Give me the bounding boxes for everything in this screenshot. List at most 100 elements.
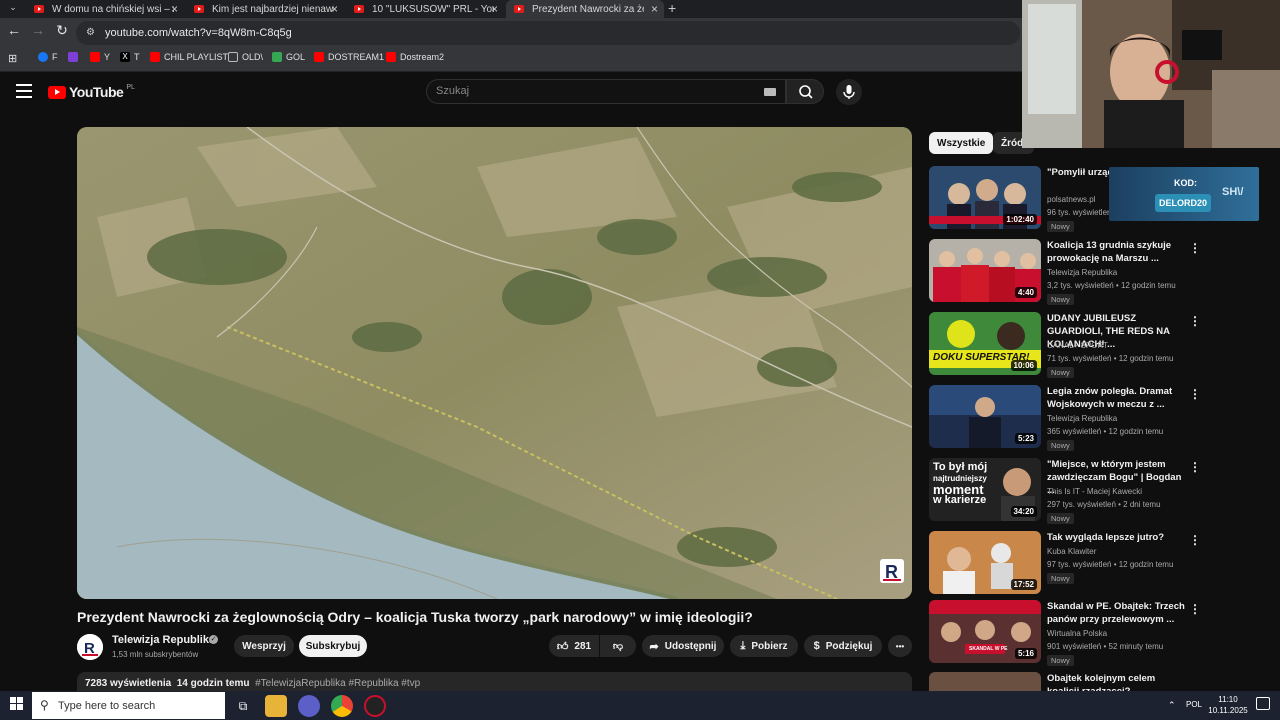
recommendation-item[interactable]: DOKU SUPERSTAR! 10:06 UDANY JUBILEUSZ GU…	[929, 312, 1201, 378]
voice-search-button[interactable]	[836, 79, 862, 105]
dislike-button[interactable]: 👎︎	[600, 635, 636, 657]
search-input[interactable]	[426, 79, 786, 104]
channel-name[interactable]: Telewizja Republika	[1047, 268, 1117, 277]
close-tab-icon[interactable]: ×	[331, 2, 338, 16]
bookmark-item[interactable]: GOL	[272, 52, 305, 62]
language-indicator[interactable]: POL	[1186, 700, 1202, 709]
tab-search-chevron-icon[interactable]: ⌄	[4, 2, 22, 16]
channel-name[interactable]: Telewizja Republika	[1047, 414, 1117, 423]
browser-tab[interactable]: W domu na chińskiej wsi – zob ×	[26, 0, 184, 18]
bookmark-folder[interactable]: OLD\	[228, 52, 263, 62]
video-thumbnail[interactable]: 4:40	[929, 239, 1041, 302]
share-button[interactable]: ➦ Udostępnij	[642, 635, 724, 657]
webcam-overlay	[1022, 0, 1280, 148]
channel-name[interactable]: polsatnews.pl	[1047, 195, 1095, 204]
recommendation-item[interactable]: To był mój najtrudniejszy moment w karie…	[929, 458, 1201, 524]
bookmark-item[interactable]: F	[38, 52, 58, 62]
url-text[interactable]: youtube.com/watch?v=8qW8m-C8q5g	[105, 27, 292, 39]
support-button[interactable]: Wesprzyj	[234, 635, 294, 657]
browser-tab[interactable]: Kim jest najbardziej nienawistn ×	[186, 0, 344, 18]
video-thumbnail[interactable]: 17:52	[929, 531, 1041, 594]
subscribe-button[interactable]: Subskrybuj	[299, 635, 367, 657]
video-title[interactable]: Obajtek kolejnym celem koalicji rządzące…	[1047, 672, 1187, 691]
keyboard-icon[interactable]	[764, 88, 776, 96]
youtube-logo[interactable]: YouTube PL	[48, 84, 135, 100]
bookmark-item[interactable]: CHIL PLAYLIST	[150, 52, 228, 62]
video-meta: 365 wyświetleń • 12 godzin temu	[1047, 427, 1164, 436]
file-explorer-icon[interactable]	[265, 695, 287, 717]
recommendation-item[interactable]: 17:52 Tak wygląda lepsze jutro? Kuba Kla…	[929, 531, 1201, 597]
more-actions-button[interactable]: •••	[888, 635, 912, 657]
video-title[interactable]: Tak wygląda lepsze jutro?	[1047, 531, 1187, 544]
video-thumbnail[interactable]: 1:02:40	[929, 166, 1041, 229]
bookmark-item[interactable]: Dostream2	[386, 52, 444, 62]
notifications-icon[interactable]	[1256, 697, 1270, 710]
apps-grid-icon[interactable]: ⊞	[8, 52, 17, 65]
obs-icon[interactable]	[364, 695, 386, 717]
back-icon[interactable]: ←	[4, 22, 24, 38]
video-thumbnail[interactable]: SKANDAL W PE 5:16	[929, 600, 1041, 663]
channel-name[interactable]: Kuba Klawiter	[1047, 547, 1096, 556]
hashtags[interactable]: #TelewizjaRepublika #Republika #tvp	[255, 678, 420, 689]
upload-age: 14 godzin temu	[176, 678, 250, 689]
video-thumbnail[interactable]: To był mój najtrudniejszy moment w karie…	[929, 458, 1041, 521]
search-icon: ⚲	[40, 698, 49, 712]
more-vert-icon[interactable]: ⋮	[1189, 387, 1201, 401]
more-vert-icon[interactable]: ⋮	[1189, 533, 1201, 547]
menu-icon[interactable]	[16, 84, 32, 98]
tray-chevron-icon[interactable]: ⌃	[1168, 700, 1176, 711]
bookmark-item[interactable]: XT	[120, 52, 140, 62]
more-vert-icon[interactable]: ⋮	[1189, 241, 1201, 255]
more-vert-icon[interactable]: ⋮	[1189, 460, 1201, 474]
like-button[interactable]: 👍︎ 281	[549, 635, 599, 657]
new-tab-button[interactable]: +	[668, 0, 676, 16]
close-tab-icon[interactable]: ×	[171, 2, 178, 16]
bookmark-label: OLD\	[242, 52, 264, 62]
video-thumbnail[interactable]: 5:23	[929, 385, 1041, 448]
recommendation-item[interactable]: SKANDAL W PE 5:16 Skandal w PE. Obajtek:…	[929, 600, 1201, 666]
close-tab-icon[interactable]: ×	[491, 2, 498, 16]
thanks-icon: $	[813, 640, 820, 652]
site-info-icon[interactable]: ⚙	[86, 27, 95, 38]
recommendation-item[interactable]: 5:23 Legia znów poległa. Dramat Wojskowy…	[929, 385, 1201, 451]
close-tab-icon[interactable]: ×	[651, 2, 658, 16]
search-button[interactable]	[786, 79, 824, 104]
forward-icon[interactable]: →	[28, 22, 48, 38]
more-vert-icon[interactable]: ⋮	[1189, 602, 1201, 616]
channel-avatar[interactable]: R	[77, 634, 103, 660]
channel-name[interactable]: Wirtualna Polska	[1047, 629, 1107, 638]
channel-name[interactable]: CANAL+ SPORT	[1047, 341, 1108, 350]
video-title[interactable]: Koalicja 13 grudnia szykuje prowokację n…	[1047, 239, 1187, 265]
video-thumbnail[interactable]	[929, 672, 1041, 691]
bookmark-item[interactable]: Y	[90, 52, 110, 62]
bookmark-item[interactable]	[68, 52, 78, 62]
thanks-button[interactable]: $ Podziękuj	[804, 635, 882, 657]
video-thumbnail[interactable]: DOKU SUPERSTAR! 10:06	[929, 312, 1041, 375]
browser-tab-active[interactable]: Prezydent Nawrocki za żeglown ×	[506, 0, 664, 18]
webcam-feed	[1022, 0, 1280, 148]
channel-name[interactable]: Telewizja Republika	[112, 634, 215, 646]
download-button[interactable]: ⤓ Pobierz	[730, 635, 798, 657]
caption-line: w karierze	[933, 494, 987, 506]
video-duration: 34:20	[1010, 506, 1037, 517]
video-duration: 10:06	[1010, 360, 1037, 371]
video-player[interactable]	[77, 127, 912, 599]
bookmark-item[interactable]: DOSTREAM1	[314, 52, 384, 62]
channel-name[interactable]: This Is IT - Maciej Kawecki	[1047, 487, 1142, 496]
chrome-icon[interactable]	[331, 695, 353, 717]
chip-all[interactable]: Wszystkie	[929, 132, 994, 154]
republika-avatar-icon: R	[77, 634, 103, 660]
video-title[interactable]: Skandal w PE. Obajtek: Trzech panów przy…	[1047, 600, 1187, 626]
reload-icon[interactable]: ↻	[52, 22, 72, 39]
task-view-icon[interactable]: ⧉	[232, 695, 254, 717]
discord-icon[interactable]	[298, 695, 320, 717]
video-title[interactable]: Legia znów poległa. Dramat Wojskowych w …	[1047, 385, 1187, 411]
windows-start-icon[interactable]	[10, 697, 24, 711]
more-vert-icon[interactable]: ⋮	[1189, 314, 1201, 328]
bookmark-label: Y	[104, 52, 111, 62]
recommendation-item[interactable]: Obajtek kolejnym celem koalicji rządzące…	[929, 672, 1199, 691]
taskbar-clock[interactable]: 11:10 10.11.2025	[1208, 694, 1248, 716]
search-placeholder: Szukaj	[436, 85, 470, 97]
browser-tab[interactable]: 10 "LUKSUSÓW" PRL - YouTube ×	[346, 0, 504, 18]
recommendation-item[interactable]: 4:40 Koalicja 13 grudnia szykuje prowoka…	[929, 239, 1201, 305]
